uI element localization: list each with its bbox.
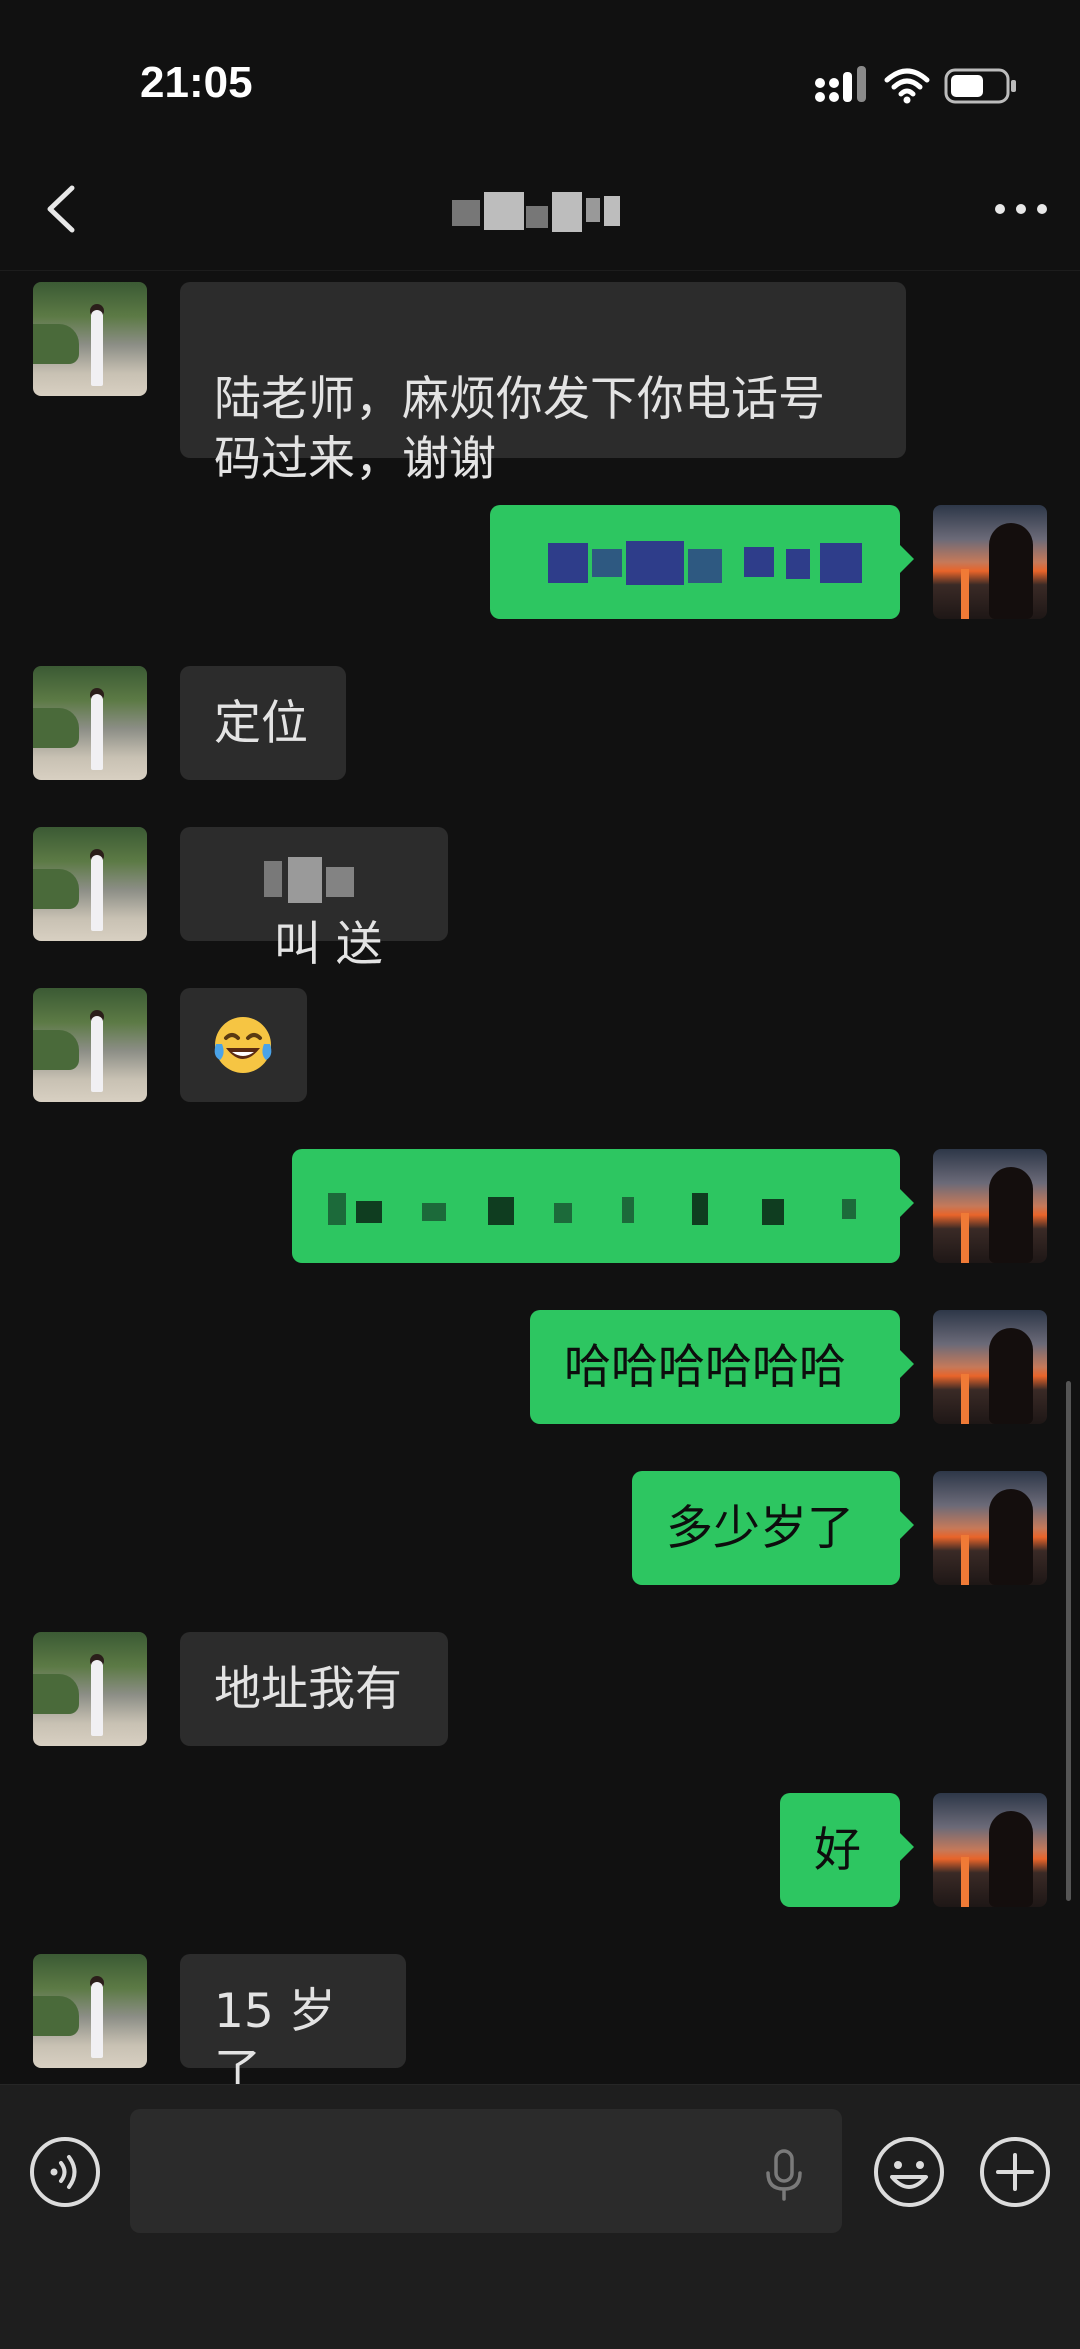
friend-avatar[interactable] [33,1954,147,2068]
scrollbar[interactable] [1066,1381,1071,1901]
message-text: 定位 [214,696,308,751]
message-bubble-incoming[interactable]: 15 岁了 [180,1954,406,2084]
plus-button[interactable] [978,2135,1052,2209]
microphone-icon [766,2149,802,2201]
input-bar [0,2084,1080,2349]
wifi-icon [884,68,930,104]
message-bubble-incoming[interactable]: 陆老师，麻烦你发下你电话号 码过来，谢谢 [180,282,906,487]
friend-avatar[interactable] [33,666,147,780]
microphone-button[interactable] [762,2147,806,2203]
message-bubble-outgoing[interactable]: 哈哈哈哈哈哈 [530,1310,914,1424]
chat-header [0,150,1080,271]
message-bubble-incoming[interactable]: 定位 [180,666,346,780]
friend-avatar[interactable] [33,827,147,941]
signal-icon [815,66,866,102]
message-text: 陆老师，麻烦你发下你电话号 码过来，谢谢 [214,372,825,487]
message-bubble-incoming[interactable]: 叫 送 [180,827,448,972]
message-bubble-incoming[interactable]: 地址我有 [180,1632,448,1746]
message-text: 15 岁了 [214,1984,336,2084]
friend-avatar[interactable] [33,282,147,396]
more-horizontal-icon [995,204,1047,214]
message-text: 好 [814,1823,861,1878]
emoji-button[interactable] [872,2135,946,2209]
message-bubble-outgoing[interactable] [292,1149,914,1263]
battery-icon [944,68,1016,104]
message-text: 地址我有 [214,1662,402,1717]
message-bubble-outgoing[interactable] [490,505,914,619]
message-text: 多少岁了 [666,1501,854,1556]
status-time: 21:05 [140,58,253,107]
my-avatar[interactable] [933,1471,1047,1585]
contact-name-redacted [440,186,640,236]
message-bubble-outgoing[interactable]: 好 [780,1793,914,1907]
message-bubble-outgoing[interactable]: 多少岁了 [632,1471,914,1585]
message-list[interactable]: 陆老师，麻烦你发下你电话号 码过来，谢谢 定位 叫 送 哈哈哈哈哈哈 多少岁了 … [0,271,1080,2084]
message-text: 哈哈哈哈哈哈 [564,1340,846,1395]
my-avatar[interactable] [933,1310,1047,1424]
my-avatar[interactable] [933,505,1047,619]
friend-avatar[interactable] [33,988,147,1102]
status-bar: 21:05 [0,0,1080,150]
plus-circle-icon [980,2137,1050,2207]
my-avatar[interactable] [933,1793,1047,1907]
tears-of-joy-emoji-icon [214,1017,272,1073]
message-input[interactable] [130,2109,842,2233]
my-avatar[interactable] [933,1149,1047,1263]
chevron-left-icon [47,185,75,233]
message-bubble-incoming[interactable]: 😂 [180,988,307,1102]
friend-avatar[interactable] [33,1632,147,1746]
back-button[interactable] [30,174,100,244]
voice-mode-button[interactable] [28,2135,102,2209]
emoji-icon [874,2137,944,2207]
message-text: 叫 送 [273,917,383,972]
more-button[interactable] [986,174,1056,244]
voice-mode-icon [30,2137,100,2207]
